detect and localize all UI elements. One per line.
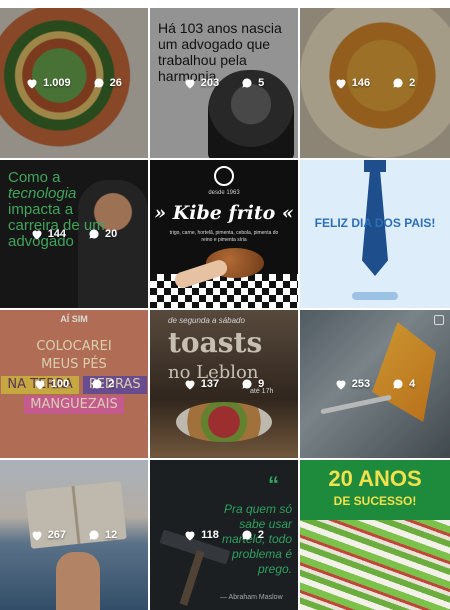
anniversary-title: 20 ANOS [328, 466, 422, 491]
comment-icon [393, 379, 403, 389]
likes-count: 118 [184, 529, 219, 541]
comments-count: 2 [241, 529, 264, 541]
salad-trays [300, 520, 450, 610]
likes-value: 1.009 [43, 77, 71, 89]
post-20-anos[interactable]: 20 ANOS DE SUCESSO! [300, 460, 450, 610]
post-stats-overlay: 144 20 [0, 160, 148, 308]
likes-count: 253 [335, 378, 370, 390]
comments-count: 5 [241, 77, 264, 89]
comments-count: 20 [88, 228, 117, 240]
post-stats-overlay: 146 2 [300, 8, 450, 158]
comments-count: 2 [392, 77, 415, 89]
heart-icon [185, 79, 195, 88]
likes-value: 100 [50, 378, 70, 390]
comments-count: 4 [392, 378, 415, 390]
comment-icon [92, 379, 102, 389]
post-pastel-fork[interactable]: 253 4 [300, 310, 450, 458]
post-book-sea[interactable]: 267 12 [0, 460, 148, 610]
post-caption: FELIZ DIA DOS PAIS! [314, 216, 436, 230]
comments-value: 12 [105, 529, 118, 541]
post-ravioli[interactable]: 146 2 [300, 8, 450, 158]
comments-count: 2 [91, 378, 114, 390]
comments-value: 2 [409, 77, 416, 89]
comment-icon [94, 78, 104, 88]
brand-logo [214, 166, 234, 186]
comments-value: 4 [409, 378, 416, 390]
kibe-ingredients: trigo, carne, hortelã, pimenta, cebola, … [169, 230, 279, 243]
likes-value: 253 [351, 378, 371, 390]
likes-count: 203 [184, 77, 219, 89]
comments-value: 26 [109, 77, 122, 89]
anniversary-subtitle: DE SUCESSO! [333, 494, 417, 508]
post-quote-mandela[interactable]: Há 103 anos nascia um advogado que traba… [150, 8, 298, 158]
tie-knot [364, 160, 386, 172]
post-stats-overlay: 137 9 [150, 310, 298, 458]
comments-count: 9 [241, 378, 264, 390]
post-pes-na-terra[interactable]: AÍ SIM COLOCAREI MEUS PÉS NA TERRA PEDRA… [0, 310, 148, 458]
likes-value: 146 [351, 77, 371, 89]
comments-value: 2 [108, 378, 115, 390]
likes-count: 137 [184, 378, 219, 390]
likes-value: 118 [201, 529, 219, 541]
post-grid: 1.009 26 Há 103 anos nascia um advogado … [0, 0, 450, 610]
heart-icon [336, 380, 346, 389]
heart-icon [185, 531, 195, 540]
likes-value: 137 [200, 378, 220, 390]
post-kibe-frito[interactable]: desde 1963 » Kibe frito « trigo, carne, … [150, 160, 298, 308]
post-stats-overlay: 1.009 26 [0, 8, 148, 158]
comment-icon [393, 78, 403, 88]
likes-value: 144 [47, 228, 67, 240]
post-toasts-leblon[interactable]: de segunda a sábado toasts no Leblon até… [150, 310, 298, 458]
comment-icon [89, 229, 99, 239]
heart-icon [27, 79, 37, 88]
likes-count: 146 [335, 77, 370, 89]
likes-count: 144 [31, 228, 66, 240]
kibe-title: » Kibe frito « [154, 202, 294, 224]
brand-since: desde 1963 [208, 190, 240, 196]
post-dia-dos-pais[interactable]: FELIZ DIA DOS PAIS! [300, 160, 450, 308]
likes-value: 267 [47, 529, 67, 541]
comment-icon [242, 78, 252, 88]
comments-value: 5 [258, 77, 265, 89]
comments-value: 2 [257, 529, 264, 541]
comment-icon [242, 530, 252, 540]
heart-icon [336, 79, 346, 88]
checkered-floor [150, 274, 298, 308]
comment-icon [242, 379, 252, 389]
likes-count: 267 [31, 529, 66, 541]
comment-icon [89, 530, 99, 540]
comments-count: 12 [88, 529, 117, 541]
heart-icon [185, 380, 195, 389]
comments-value: 20 [105, 228, 118, 240]
post-stats-overlay: 203 5 [150, 8, 298, 158]
heart-icon [35, 380, 45, 389]
post-stats-overlay: 100 2 [0, 310, 148, 458]
post-quote-maslow[interactable]: “ Pra quem só sabe usar martelo, todo pr… [150, 460, 298, 610]
post-salad[interactable]: 1.009 26 [0, 8, 148, 158]
post-stats-overlay: 118 2 [150, 460, 298, 610]
post-tech-lawyer[interactable]: Como a tecnologia impacta a carreira de … [0, 160, 148, 308]
likes-count: 100 [34, 378, 69, 390]
likes-value: 203 [200, 77, 220, 89]
post-stats-overlay: 267 12 [0, 460, 148, 610]
comments-value: 9 [258, 378, 265, 390]
heart-icon [32, 230, 42, 239]
heart-icon [32, 531, 42, 540]
post-stats-overlay: 253 4 [300, 310, 450, 458]
likes-count: 1.009 [26, 77, 71, 89]
comments-count: 26 [93, 77, 122, 89]
brand-logo [352, 292, 398, 300]
